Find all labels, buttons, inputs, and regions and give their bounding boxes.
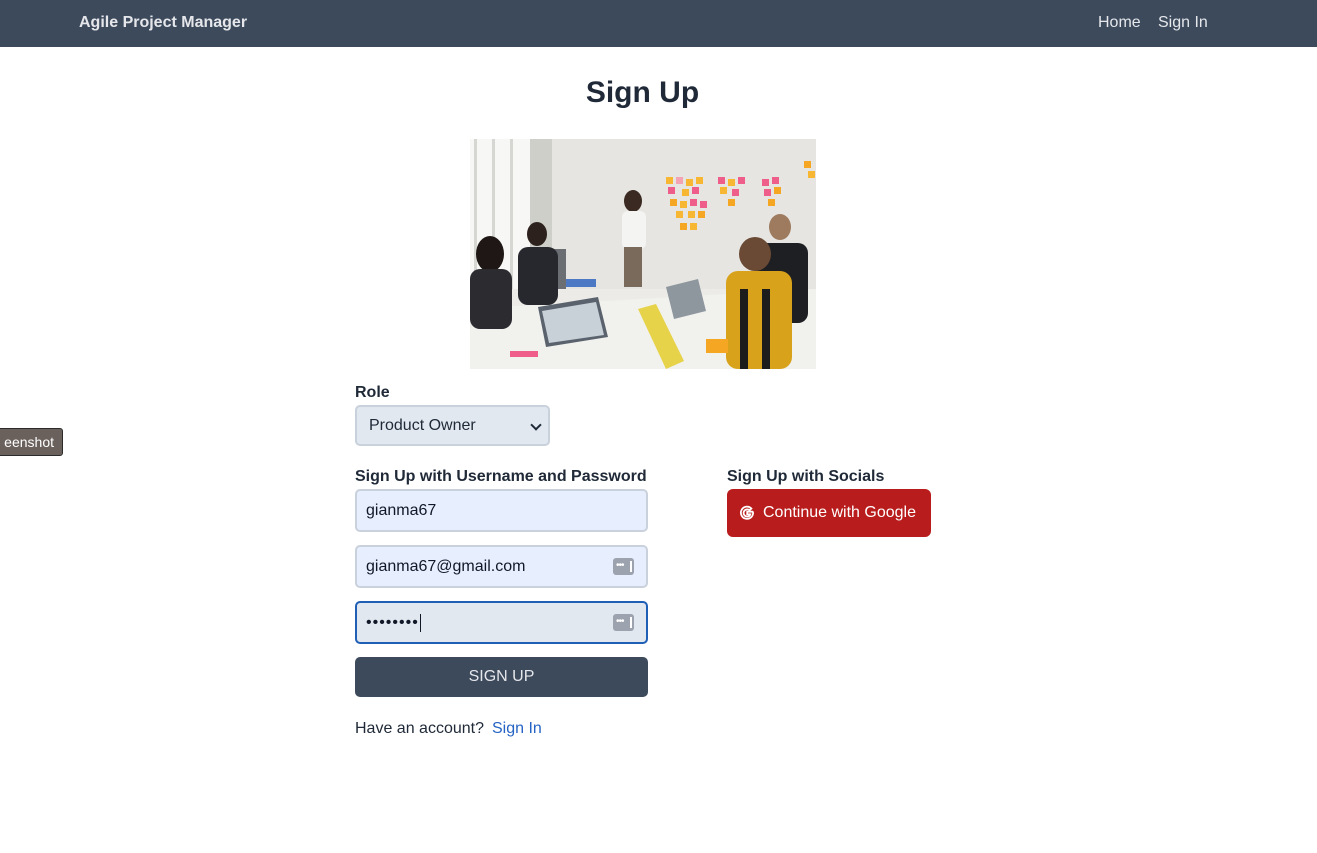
role-label: Role	[355, 384, 390, 401]
team-meeting-photo	[470, 139, 816, 369]
password-manager-key-icon[interactable]	[613, 602, 634, 641]
brand-title[interactable]: Agile Project Manager	[79, 14, 247, 32]
socials-section-label: Sign Up with Socials	[727, 468, 885, 485]
sign-up-button[interactable]: SIGN UP	[355, 657, 648, 697]
screenshot-side-tab[interactable]: eenshot	[0, 428, 63, 456]
role-select[interactable]: Product Owner	[355, 405, 550, 446]
username-input[interactable]: gianma67	[355, 489, 648, 532]
page-title: Sign Up	[585, 76, 700, 109]
sign-in-link[interactable]: Sign In	[492, 720, 542, 738]
have-account-text: Have an account?	[355, 720, 484, 737]
chevron-down-icon	[530, 419, 542, 431]
email-value: gianma67@gmail.com	[366, 558, 526, 575]
credentials-section-label: Sign Up with Username and Password	[355, 468, 647, 485]
continue-with-google-button[interactable]: Continue with Google	[727, 489, 931, 537]
text-caret	[419, 613, 421, 632]
password-input[interactable]: ••••••••	[355, 601, 648, 644]
nav-home-link[interactable]: Home	[1098, 14, 1141, 32]
role-selected-value: Product Owner	[369, 417, 476, 434]
google-button-label: Continue with Google	[763, 504, 916, 521]
top-navbar: Agile Project Manager Home Sign In	[0, 0, 1317, 47]
password-masked-value: ••••••••	[366, 614, 419, 631]
google-g-icon	[740, 505, 755, 520]
username-value: gianma67	[366, 502, 437, 519]
password-manager-key-icon[interactable]	[613, 546, 634, 585]
nav-signin-link[interactable]: Sign In	[1158, 14, 1208, 32]
email-input[interactable]: gianma67@gmail.com	[355, 545, 648, 588]
